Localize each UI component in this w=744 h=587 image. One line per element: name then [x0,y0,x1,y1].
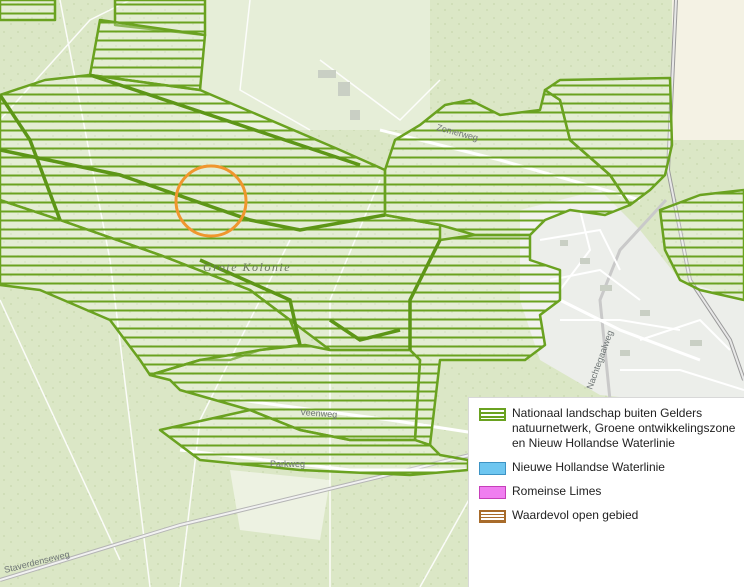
road-label-parkweg: Parkweg [270,459,305,469]
legend-label: Romeinse Limes [512,484,602,498]
legend-item-nieuwe-hollandse-waterlinie: Nieuwe Hollandse Waterlinie [479,460,736,475]
hatched-swatch-icon [479,408,506,421]
field-patch [230,470,330,540]
urban-area [672,0,744,140]
solid-swatch-icon [479,486,506,499]
legend-label: Nationaal landschap buiten Gelders natuu… [512,406,736,450]
hatched-swatch-icon [479,510,506,523]
map-legend: Nationaal landschap buiten Gelders natuu… [468,397,744,587]
legend-label: Waardevol open gebied [512,508,639,522]
legend-item-romeinse-limes: Romeinse Limes [479,484,736,499]
place-label: Grote Kolonie [203,260,291,274]
legend-label: Nieuwe Hollandse Waterlinie [512,460,665,474]
solid-swatch-icon [479,462,506,475]
legend-item-nationaal-landschap: Nationaal landschap buiten Gelders natuu… [479,406,736,451]
legend-item-waardevol-open-gebied: Waardevol open gebied [479,508,736,523]
